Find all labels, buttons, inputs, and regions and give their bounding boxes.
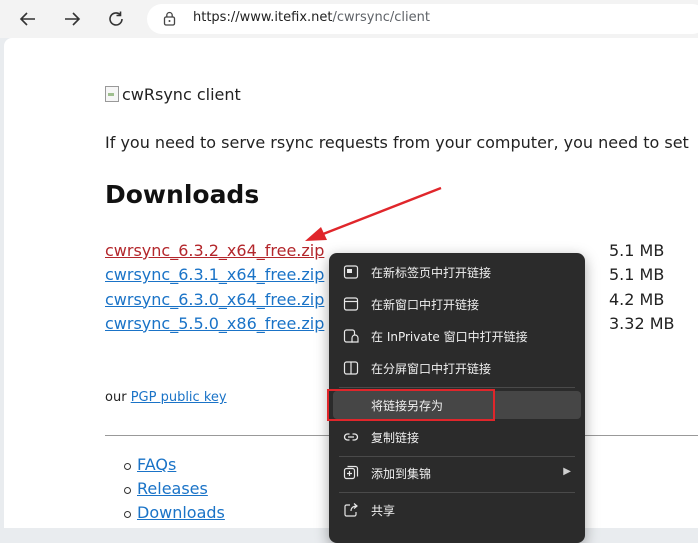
- menu-item-label: 共享: [371, 504, 396, 518]
- menu-item-label: 在分屏窗口中打开链接: [371, 362, 492, 376]
- menu-item-add-to-collections[interactable]: 添加到集锦 ▶: [329, 459, 585, 487]
- menu-item-label: 添加到集锦: [371, 467, 432, 481]
- link-icon: [343, 433, 359, 441]
- menu-item-label: 在新标签页中打开链接: [371, 266, 492, 280]
- inprivate-icon: [343, 329, 359, 343]
- menu-item-share[interactable]: 共享: [329, 496, 585, 524]
- menu-item-label: 在新窗口中打开链接: [371, 298, 480, 312]
- annotation-highlight-box: [327, 389, 495, 421]
- chevron-right-icon: ▶: [563, 466, 571, 477]
- new-tab-icon: [343, 265, 359, 279]
- share-icon: [344, 503, 358, 517]
- menu-item-copy-link[interactable]: 复制链接: [329, 423, 585, 451]
- split-screen-icon: [343, 361, 359, 375]
- menu-separator: [339, 456, 575, 457]
- menu-item-open-inprivate[interactable]: 在 InPrivate 窗口中打开链接: [329, 322, 585, 350]
- menu-separator: [339, 492, 575, 493]
- collections-icon: [343, 465, 359, 480]
- menu-item-label: 在 InPrivate 窗口中打开链接: [371, 330, 528, 344]
- menu-item-open-new-window[interactable]: 在新窗口中打开链接: [329, 290, 585, 318]
- new-window-icon: [343, 297, 359, 311]
- menu-item-open-new-tab[interactable]: 在新标签页中打开链接: [329, 258, 585, 286]
- menu-item-open-split-screen[interactable]: 在分屏窗口中打开链接: [329, 354, 585, 382]
- menu-item-label: 复制链接: [371, 431, 420, 445]
- menu-separator: [339, 387, 575, 388]
